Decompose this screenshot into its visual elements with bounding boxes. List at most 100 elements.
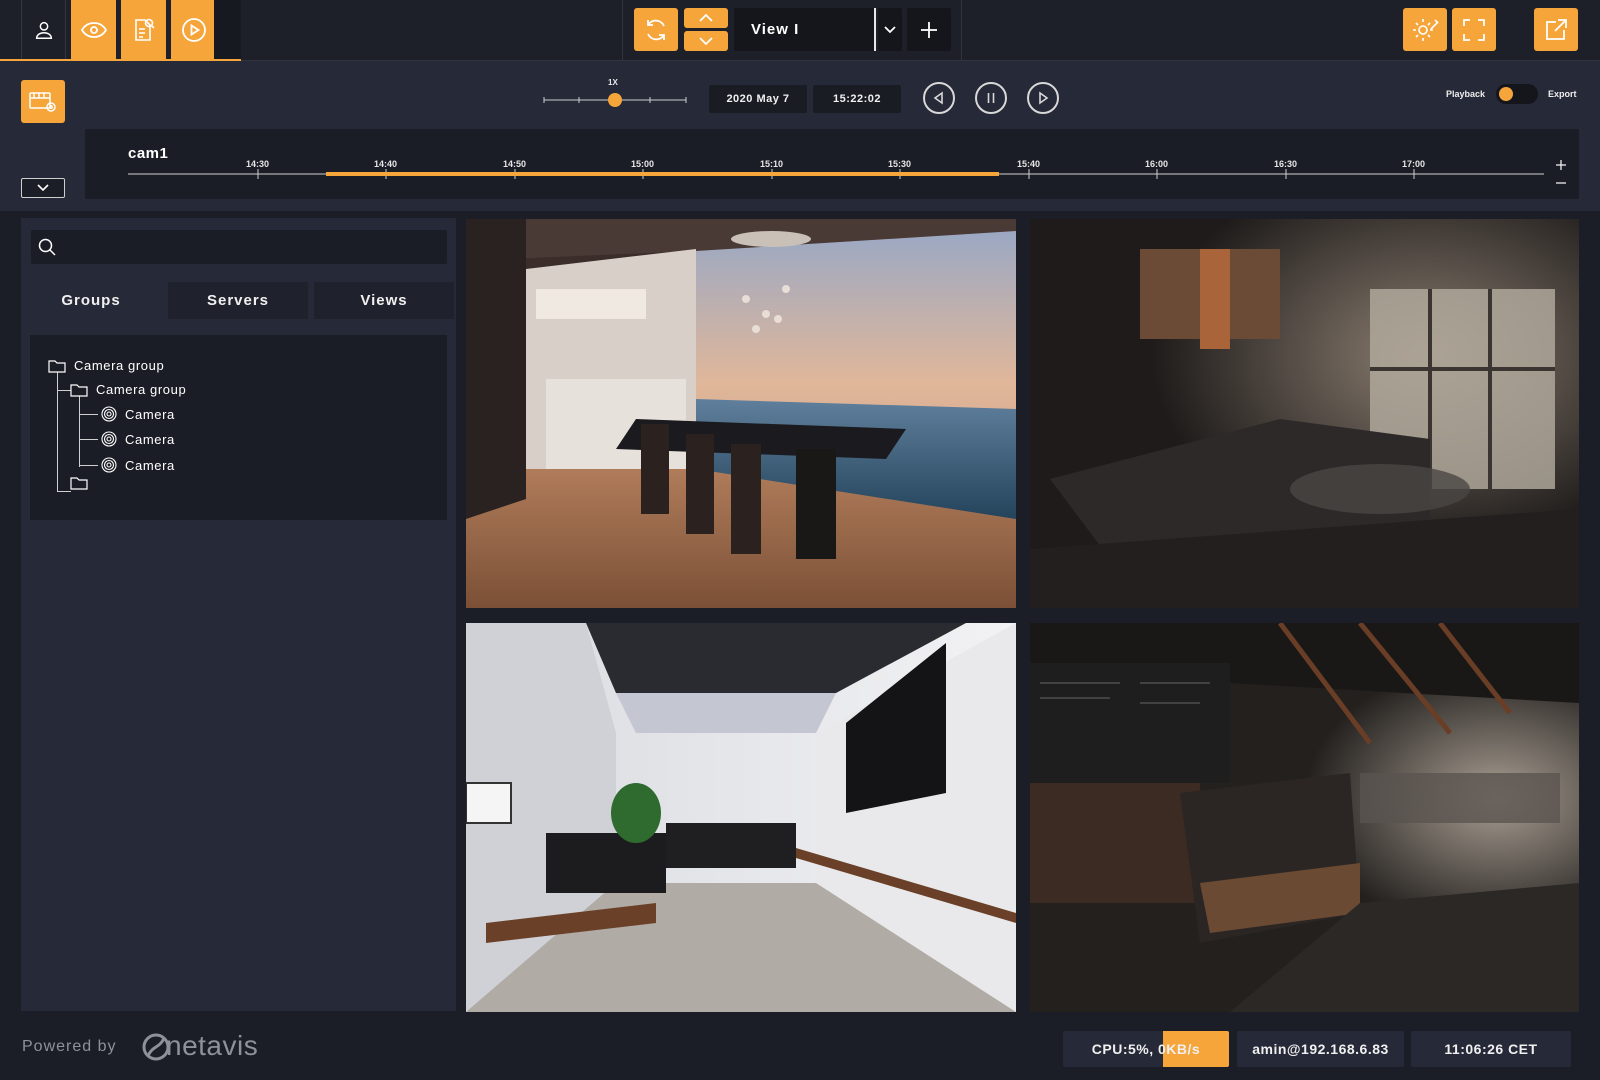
refresh-button[interactable] (634, 8, 678, 51)
chevron-down-icon (699, 37, 713, 45)
date-value: 2020 May 7 (726, 93, 790, 105)
folder-icon (70, 383, 88, 397)
tree-item-label: Camera (125, 457, 175, 473)
video-settings-icon (29, 91, 56, 112)
pause-icon (987, 93, 995, 103)
folder-icon (48, 359, 66, 373)
tab-views[interactable]: Views (314, 282, 454, 319)
playback-button[interactable] (171, 0, 216, 59)
timeline-axis[interactable] (128, 166, 1548, 180)
module-strip (214, 0, 241, 59)
plus-icon (921, 21, 937, 38)
folder-icon (70, 477, 88, 490)
pause-button[interactable] (975, 82, 1007, 114)
speed-slider-thumb[interactable] (608, 93, 622, 107)
export-mode-label: Export (1548, 89, 1577, 99)
camera-icon (101, 431, 117, 447)
external-link-icon (1546, 18, 1567, 40)
video-tile-3[interactable] (466, 623, 1016, 1012)
powered-by-label: Powered by (22, 1038, 117, 1055)
tree-connector (79, 396, 80, 467)
tab-groups-label: Groups (61, 292, 121, 309)
tree-item-label: Camera group (74, 358, 165, 373)
cpu-status-text: CPU:5%, 0KB/s (1091, 1041, 1201, 1057)
step-forward-icon (1039, 91, 1049, 105)
tree-connector (79, 439, 98, 440)
tree-item-camera[interactable]: Camera (101, 406, 175, 422)
top-toolbar: View I (0, 0, 1600, 61)
search-icon (38, 238, 56, 256)
timeline-zoom-out-button[interactable] (1554, 176, 1568, 190)
settings-icon (1413, 18, 1439, 41)
step-forward-button[interactable] (1027, 82, 1059, 114)
user-button[interactable] (21, 0, 66, 59)
tab-servers-label: Servers (206, 292, 270, 309)
eye-icon (80, 21, 107, 38)
user-icon (35, 21, 52, 39)
cpu-status: CPU:5%, 0KB/s (1063, 1031, 1229, 1067)
video-tile-2[interactable] (1030, 219, 1579, 608)
add-view-button[interactable] (907, 8, 951, 51)
fullscreen-button[interactable] (1452, 8, 1496, 51)
tree-connector (79, 465, 98, 466)
event-search-button[interactable] (121, 0, 166, 59)
view-up-button[interactable] (684, 8, 728, 28)
tree-item-root-group[interactable]: Camera group (48, 358, 164, 373)
view-select[interactable]: View I (734, 8, 876, 51)
refresh-icon (647, 19, 665, 40)
tab-groups[interactable]: Groups (21, 282, 161, 319)
playback-settings-button[interactable] (21, 80, 65, 123)
tree-connector (57, 491, 71, 492)
tree-item-label: Camera (125, 431, 175, 447)
camera-icon (101, 406, 117, 422)
playback-mode-label: Playback (1446, 89, 1486, 99)
minus-icon (1556, 182, 1566, 184)
tree-connector (79, 414, 98, 415)
time-field[interactable]: 15:22:02 (813, 85, 901, 113)
clock-status-text: 11:06:26 CET (1444, 1041, 1538, 1057)
fullscreen-icon (1463, 18, 1485, 41)
speed-slider[interactable] (542, 88, 688, 112)
toggle-knob (1499, 87, 1513, 101)
brand-name: netavis (166, 1030, 259, 1061)
tab-views-label: Views (360, 292, 408, 309)
view-down-button[interactable] (684, 31, 728, 51)
video-tile-1[interactable] (466, 219, 1016, 608)
tree-item-camera[interactable]: Camera (101, 431, 175, 447)
search-input[interactable] (31, 230, 447, 264)
timeline[interactable] (85, 129, 1579, 199)
tab-servers[interactable]: Servers (168, 282, 308, 319)
tree-item-camera[interactable]: Camera (101, 457, 175, 473)
user-status: amin@192.168.6.83 (1237, 1031, 1404, 1067)
chevron-down-icon (884, 25, 896, 33)
video-tile-4[interactable] (1030, 623, 1579, 1012)
clock-status: 11:06:26 CET (1411, 1031, 1571, 1067)
timeline-camera-label: cam1 (128, 145, 169, 162)
view-select-separator (874, 8, 876, 51)
user-status-text: amin@192.168.6.83 (1252, 1041, 1389, 1057)
date-field[interactable]: 2020 May 7 (709, 85, 807, 113)
tree-item-empty-folder[interactable] (70, 476, 88, 495)
detach-window-button[interactable] (1534, 8, 1578, 51)
time-value: 15:22:02 (832, 93, 882, 105)
report-icon (134, 18, 155, 41)
speed-label: 1X (608, 78, 618, 87)
settings-button[interactable] (1403, 8, 1447, 51)
plus-icon (1556, 160, 1566, 170)
live-view-button[interactable] (71, 0, 116, 59)
timeline-zoom-in-button[interactable] (1554, 158, 1568, 172)
chevron-down-icon (37, 184, 49, 192)
view-select-value: View I (751, 21, 800, 38)
view-dropdown-button[interactable] (878, 8, 902, 51)
tree-connector (57, 390, 71, 391)
tree-item-label: Camera (125, 406, 175, 422)
step-back-button[interactable] (923, 82, 955, 114)
step-back-icon (933, 91, 943, 105)
collapse-panel-button[interactable] (21, 178, 65, 198)
chevron-up-icon (699, 14, 713, 22)
tree-item-child-group[interactable]: Camera group (70, 382, 186, 397)
play-circle-icon (181, 17, 206, 42)
camera-icon (101, 457, 117, 473)
playback-export-toggle[interactable] (1496, 84, 1538, 104)
tree-item-label: Camera group (96, 382, 187, 397)
